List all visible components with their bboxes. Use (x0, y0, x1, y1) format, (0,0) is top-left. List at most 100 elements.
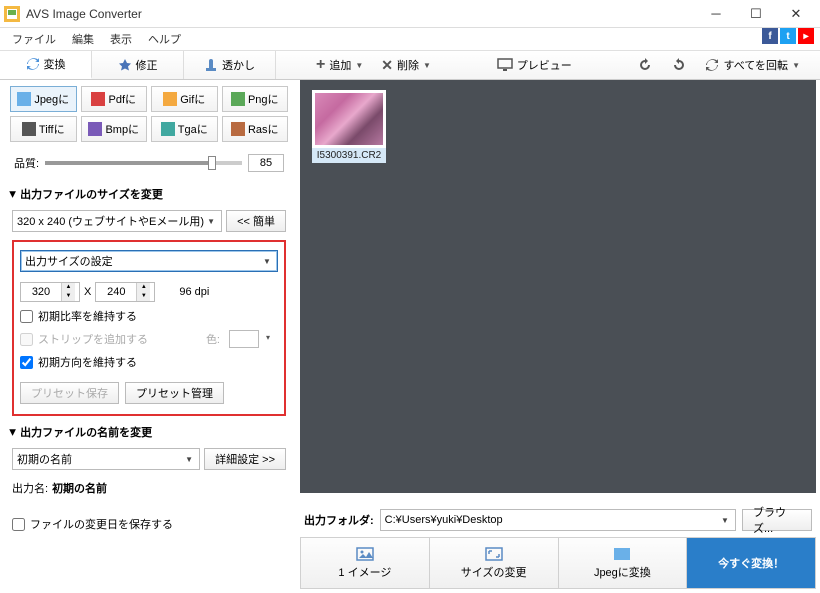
keep-ratio-checkbox[interactable] (20, 310, 33, 323)
spin-up-icon[interactable]: ▲ (136, 283, 150, 292)
resize-preset-combo[interactable]: 320 x 240 (ウェブサイトやEメール用)▼ (12, 210, 222, 232)
menubar: ファイル 編集 表示 ヘルプ (0, 28, 820, 50)
format-tga[interactable]: Tgaに (151, 116, 218, 142)
output-size-combo[interactable]: 出力サイズの設定▼ (20, 250, 278, 272)
jpeg-icon (17, 92, 31, 106)
format-grid: Jpegに Pdfに Gifに Pngに Tiffに Bmpに Tgaに Ras… (4, 80, 294, 150)
tga-icon (161, 122, 175, 136)
tiff-icon (22, 122, 36, 136)
bmp-icon (88, 122, 102, 136)
chevron-down-icon: ▼ (423, 61, 431, 70)
quality-row: 品質: 85 (4, 150, 294, 182)
x-icon: ✕ (381, 57, 393, 74)
width-input[interactable]: ▲▼ (20, 282, 80, 302)
rotate-left-icon (637, 58, 653, 72)
format-ras[interactable]: Rasに (222, 116, 289, 142)
thumbnail-frame (312, 90, 386, 148)
menu-file[interactable]: ファイル (4, 29, 64, 49)
rename-preset-combo[interactable]: 初期の名前▼ (12, 448, 200, 470)
convert-now-button[interactable]: 今すぐ変換！ (687, 538, 815, 588)
quality-value[interactable]: 85 (248, 154, 284, 172)
add-strip-checkbox (20, 333, 33, 346)
twitter-icon[interactable]: t (780, 28, 796, 44)
window-title: AVS Image Converter (26, 7, 696, 21)
youtube-icon[interactable]: ▸ (798, 28, 814, 44)
manage-preset-button[interactable]: プリセット管理 (125, 382, 224, 404)
tab-watermark[interactable]: 透かし (184, 51, 276, 79)
chevron-down-icon: ▼ (181, 451, 197, 467)
output-name-value: 初期の名前 (52, 480, 107, 496)
plus-icon: + (316, 56, 325, 74)
x-label: X (84, 286, 91, 298)
chevron-down-icon: ▼ (717, 512, 733, 528)
to-jpeg-cell[interactable]: Jpegに変換 (559, 538, 688, 588)
spin-down-icon[interactable]: ▼ (61, 292, 75, 301)
format-pdf[interactable]: Pdfに (81, 86, 148, 112)
titlebar: AVS Image Converter ─ ☐ ✕ (0, 0, 820, 28)
menu-help[interactable]: ヘルプ (140, 29, 189, 49)
convert-icon (26, 57, 40, 71)
star-icon (118, 58, 132, 72)
menu-edit[interactable]: 編集 (64, 29, 102, 49)
minimize-button[interactable]: ─ (696, 2, 736, 26)
rotate-left-button[interactable] (631, 56, 659, 74)
strip-color-swatch (229, 330, 259, 348)
left-panel: Jpegに Pdfに Gifに Pngに Tiffに Bmpに Tgaに Ras… (4, 80, 294, 589)
thumbnail-item[interactable]: I5300391.CR2 (312, 90, 386, 163)
output-folder-label: 出力フォルダ: (304, 512, 374, 528)
jpeg-icon (612, 546, 632, 562)
gif-icon (163, 92, 177, 106)
spin-up-icon[interactable]: ▲ (61, 283, 75, 292)
chevron-down-icon: ▼ (792, 61, 800, 70)
bottom-bar: 出力フォルダ: C:¥Users¥yuki¥Desktop▼ ブラウズ... 1… (300, 503, 816, 589)
pdf-icon (91, 92, 105, 106)
action-row: 1 イメージ サイズの変更 Jpegに変換 今すぐ変換！ (300, 537, 816, 589)
thumbnail-label: I5300391.CR2 (312, 148, 386, 163)
delete-button[interactable]: ✕ 削除 ▼ (375, 55, 437, 76)
monitor-icon (497, 58, 513, 72)
tab-convert[interactable]: 変換 (0, 51, 92, 79)
rename-header[interactable]: 出力ファイルの名前を変更 (4, 420, 294, 444)
format-png[interactable]: Pngに (222, 86, 289, 112)
image-icon (355, 546, 375, 562)
add-button[interactable]: + 追加 ▼ (310, 54, 369, 76)
quality-label: 品質: (14, 155, 39, 171)
social-links: f t ▸ (762, 28, 814, 44)
quality-slider[interactable] (45, 161, 242, 165)
format-jpeg[interactable]: Jpegに (10, 86, 77, 112)
chevron-down-icon: ▼ (355, 61, 363, 70)
thumbnail-image (315, 93, 383, 145)
tab-retouch[interactable]: 修正 (92, 51, 184, 79)
browse-button[interactable]: ブラウズ... (742, 509, 812, 531)
maximize-button[interactable]: ☐ (736, 2, 776, 26)
preview-toolbar: + 追加 ▼ ✕ 削除 ▼ プレビュー すべてを回転 ▼ (300, 50, 816, 80)
height-input[interactable]: ▲▼ (95, 282, 155, 302)
chevron-down-icon: ▼ (259, 253, 275, 269)
spin-down-icon[interactable]: ▼ (136, 292, 150, 301)
rotate-all-button[interactable]: すべてを回転 ▼ (699, 55, 806, 75)
facebook-icon[interactable]: f (762, 28, 778, 44)
preserve-date-checkbox[interactable] (12, 518, 25, 531)
images-cell[interactable]: 1 イメージ (301, 538, 430, 588)
keep-orientation-checkbox[interactable] (20, 356, 33, 369)
resize-cell[interactable]: サイズの変更 (430, 538, 559, 588)
preview-button[interactable]: プレビュー (491, 55, 578, 75)
simple-button[interactable]: << 簡単 (226, 210, 286, 232)
close-button[interactable]: ✕ (776, 2, 816, 26)
ras-icon (231, 122, 245, 136)
preview-area: I5300391.CR2 (300, 80, 816, 493)
format-gif[interactable]: Gifに (151, 86, 218, 112)
app-icon (4, 6, 20, 22)
png-icon (231, 92, 245, 106)
menu-view[interactable]: 表示 (102, 29, 140, 49)
refresh-icon (705, 58, 719, 72)
output-folder-combo[interactable]: C:¥Users¥yuki¥Desktop▼ (380, 509, 736, 531)
format-bmp[interactable]: Bmpに (81, 116, 148, 142)
format-tiff[interactable]: Tiffに (10, 116, 77, 142)
advanced-button[interactable]: 詳細設定 >> (204, 448, 286, 470)
rotate-right-button[interactable] (665, 56, 693, 74)
chevron-down-icon: ▼ (203, 213, 219, 229)
resize-icon (484, 546, 504, 562)
resize-header[interactable]: 出力ファイルのサイズを変更 (4, 182, 294, 206)
dpi-label: 96 dpi (179, 286, 209, 298)
